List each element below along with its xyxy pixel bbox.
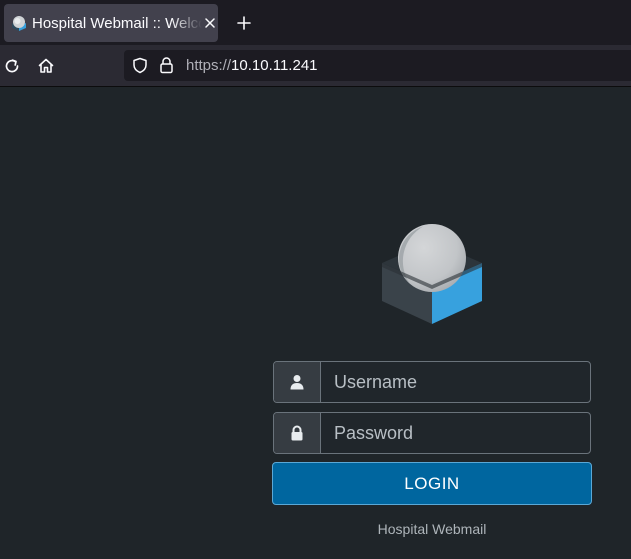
tab-strip: Hospital Webmail :: Welcome to Hospital …: [0, 0, 631, 45]
footer-text: Hospital Webmail: [377, 521, 487, 537]
username-input[interactable]: [321, 362, 590, 402]
reload-icon[interactable]: [2, 56, 22, 76]
password-field: [273, 412, 591, 454]
browser-window: Hospital Webmail :: Welcome to Hospital …: [0, 0, 631, 559]
password-icon-box: [274, 413, 321, 453]
roundcube-logo: [382, 224, 482, 324]
url-scheme: https://: [186, 57, 232, 74]
tab-hospital-webmail[interactable]: Hospital Webmail :: Welcome to Hospital …: [4, 4, 218, 42]
shield-icon[interactable]: [132, 57, 148, 74]
webmail-login-page: LOGIN Hospital Webmail: [0, 87, 631, 559]
tab-title: Hospital Webmail :: Welcome to Hospital …: [32, 15, 202, 32]
navigation-bar: https://10.10.11.241: [0, 45, 631, 87]
lock-icon: [291, 425, 303, 441]
url-bar[interactable]: https://10.10.11.241: [124, 50, 631, 81]
url-host: 10.10.11.241: [231, 57, 318, 74]
lock-icon[interactable]: [158, 56, 176, 75]
close-icon[interactable]: [203, 16, 217, 30]
plus-icon[interactable]: [235, 14, 253, 32]
username-icon-box: [274, 362, 321, 402]
roundcube-favicon: [12, 16, 26, 31]
user-icon: [290, 375, 304, 390]
url-text[interactable]: https://10.10.11.241: [186, 56, 318, 75]
username-field: [273, 361, 591, 403]
home-icon[interactable]: [36, 56, 56, 76]
login-button[interactable]: LOGIN: [272, 462, 592, 505]
password-input[interactable]: [321, 413, 590, 453]
